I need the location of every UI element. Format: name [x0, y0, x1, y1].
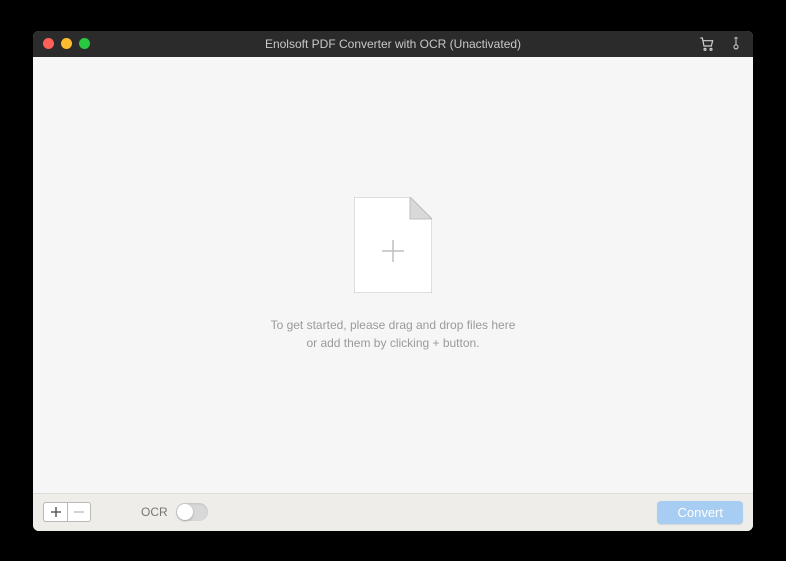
remove-file-button[interactable]	[67, 502, 91, 522]
add-remove-group	[43, 502, 91, 522]
thermometer-icon[interactable]	[729, 36, 743, 52]
minimize-window-button[interactable]	[61, 38, 72, 49]
drop-text-line1: To get started, please drag and drop fil…	[271, 316, 516, 334]
app-window: Enolsoft PDF Converter with OCR (Unactiv…	[33, 31, 753, 531]
cart-icon[interactable]	[699, 36, 715, 52]
close-window-button[interactable]	[43, 38, 54, 49]
traffic-lights	[43, 38, 90, 49]
window-title: Enolsoft PDF Converter with OCR (Unactiv…	[265, 37, 521, 51]
add-file-button[interactable]	[43, 502, 67, 522]
ocr-label: OCR	[141, 505, 168, 519]
maximize-window-button[interactable]	[79, 38, 90, 49]
bottom-toolbar: OCR Convert	[33, 493, 753, 531]
document-plus-icon	[354, 197, 432, 298]
drop-text-line2: or add them by clicking + button.	[271, 334, 516, 352]
drop-zone-text: To get started, please drag and drop fil…	[271, 316, 516, 352]
titlebar: Enolsoft PDF Converter with OCR (Unactiv…	[33, 31, 753, 57]
ocr-group: OCR	[141, 503, 208, 521]
toggle-knob	[177, 504, 193, 520]
ocr-toggle[interactable]	[176, 503, 208, 521]
convert-button[interactable]: Convert	[657, 501, 743, 524]
drop-zone[interactable]: To get started, please drag and drop fil…	[33, 57, 753, 493]
titlebar-actions	[699, 36, 743, 52]
